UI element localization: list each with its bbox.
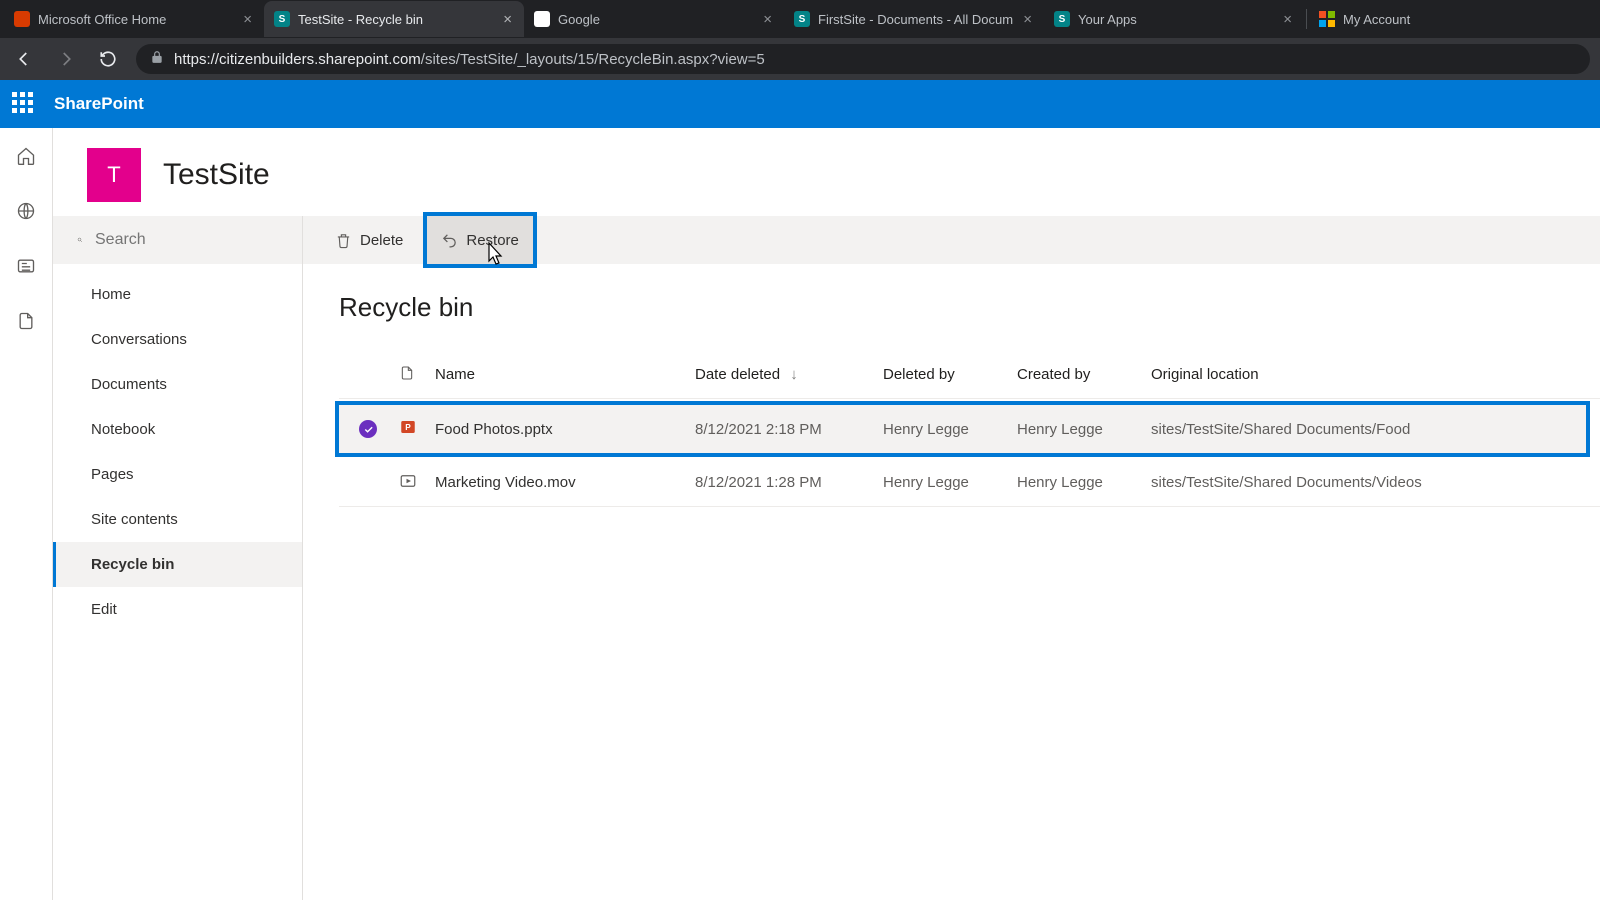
- sort-descending-icon: ↓: [790, 366, 798, 383]
- cell-deleted-by: Henry Legge: [883, 421, 1017, 438]
- close-icon[interactable]: ×: [503, 11, 512, 28]
- favicon-office-icon: [14, 11, 30, 27]
- tab-title: FirstSite - Documents - All Docum: [818, 12, 1015, 27]
- command-bar-row: Delete Restore: [53, 216, 1600, 264]
- tab-title: Google: [558, 12, 755, 27]
- reload-button[interactable]: [94, 45, 122, 73]
- column-original-location[interactable]: Original location: [1151, 366, 1600, 383]
- favicon-microsoft-icon: [1319, 11, 1335, 27]
- trash-icon: [335, 232, 352, 249]
- cell-deleted-by: Henry Legge: [883, 474, 1017, 491]
- svg-text:P: P: [405, 423, 411, 432]
- tab-title: Microsoft Office Home: [38, 12, 235, 27]
- site-title[interactable]: TestSite: [163, 158, 270, 192]
- nav-edit[interactable]: Edit: [53, 587, 302, 632]
- tab-separator: [1306, 9, 1307, 29]
- video-file-icon: [399, 472, 435, 494]
- tab-title: TestSite - Recycle bin: [298, 12, 495, 27]
- restore-label: Restore: [466, 232, 519, 249]
- forward-button[interactable]: [52, 45, 80, 73]
- url-field[interactable]: https://citizenbuilders.sharepoint.com/s…: [136, 44, 1590, 74]
- file-name: Marketing Video.mov: [435, 474, 695, 491]
- app-body: T TestSite Delete Restore: [0, 128, 1600, 900]
- command-bar: Delete Restore: [303, 216, 1600, 264]
- home-icon[interactable]: [16, 146, 36, 171]
- cell-created-by: Henry Legge: [1017, 474, 1151, 491]
- address-bar: https://citizenbuilders.sharepoint.com/s…: [0, 38, 1600, 80]
- search-icon: [77, 231, 83, 249]
- file-name: Food Photos.pptx: [435, 421, 695, 438]
- table-row[interactable]: Marketing Video.mov 8/12/2021 1:28 PM He…: [339, 459, 1600, 507]
- site-area: T TestSite Delete Restore: [53, 128, 1600, 900]
- cell-created-by: Henry Legge: [1017, 421, 1151, 438]
- close-icon[interactable]: ×: [763, 11, 772, 28]
- lock-icon: [150, 50, 164, 68]
- content-row: Home Conversations Documents Notebook Pa…: [53, 264, 1600, 900]
- left-rail: [0, 128, 53, 900]
- column-created-by[interactable]: Created by: [1017, 366, 1151, 383]
- powerpoint-file-icon: P: [399, 418, 435, 440]
- search-box[interactable]: [53, 216, 303, 264]
- tab-strip: Microsoft Office Home × S TestSite - Rec…: [0, 0, 1600, 38]
- close-icon[interactable]: ×: [1023, 11, 1032, 28]
- site-nav: Home Conversations Documents Notebook Pa…: [53, 264, 303, 900]
- url-text: https://citizenbuilders.sharepoint.com/s…: [174, 51, 765, 68]
- files-icon[interactable]: [16, 311, 36, 336]
- nav-notebook[interactable]: Notebook: [53, 407, 302, 452]
- table-row[interactable]: P Food Photos.pptx 8/12/2021 2:18 PM Hen…: [339, 405, 1586, 453]
- undo-icon: [441, 232, 458, 249]
- row-selected-check-icon[interactable]: [359, 420, 377, 438]
- tab-title: Your Apps: [1078, 12, 1275, 27]
- browser-tab[interactable]: Microsoft Office Home ×: [4, 1, 264, 37]
- search-input[interactable]: [95, 231, 302, 249]
- nav-home[interactable]: Home: [53, 272, 302, 317]
- delete-label: Delete: [360, 232, 403, 249]
- nav-recycle-bin[interactable]: Recycle bin: [53, 542, 302, 587]
- delete-button[interactable]: Delete: [321, 216, 417, 264]
- nav-pages[interactable]: Pages: [53, 452, 302, 497]
- favicon-sharepoint-icon: S: [794, 11, 810, 27]
- nav-conversations[interactable]: Conversations: [53, 317, 302, 362]
- cell-date-deleted: 8/12/2021 2:18 PM: [695, 421, 883, 438]
- globe-icon[interactable]: [16, 201, 36, 226]
- column-name[interactable]: Name: [435, 366, 695, 383]
- column-deleted-by[interactable]: Deleted by: [883, 366, 1017, 383]
- close-icon[interactable]: ×: [243, 11, 252, 28]
- news-icon[interactable]: [16, 256, 36, 281]
- file-type-column-icon[interactable]: [399, 365, 435, 385]
- favicon-sharepoint-icon: S: [274, 11, 290, 27]
- browser-tab[interactable]: S Your Apps ×: [1044, 1, 1304, 37]
- restore-button[interactable]: Restore: [427, 216, 533, 264]
- back-button[interactable]: [10, 45, 38, 73]
- page-content: Recycle bin Name Date deleted ↓ Deleted …: [303, 264, 1600, 900]
- app-launcher-icon[interactable]: [12, 92, 36, 116]
- favicon-google-icon: G: [534, 11, 550, 27]
- selected-row-highlight: P Food Photos.pptx 8/12/2021 2:18 PM Hen…: [335, 401, 1590, 457]
- cell-original-location: sites/TestSite/Shared Documents/Videos: [1151, 474, 1590, 491]
- browser-tab[interactable]: My Account: [1309, 1, 1509, 37]
- suite-header: SharePoint: [0, 80, 1600, 128]
- site-logo[interactable]: T: [87, 148, 141, 202]
- browser-tab[interactable]: S TestSite - Recycle bin ×: [264, 1, 524, 37]
- page-title: Recycle bin: [339, 292, 1600, 323]
- nav-documents[interactable]: Documents: [53, 362, 302, 407]
- table-header: Name Date deleted ↓ Deleted by Created b…: [339, 351, 1600, 399]
- suite-product-name[interactable]: SharePoint: [54, 94, 144, 114]
- tab-title: My Account: [1343, 12, 1497, 27]
- nav-site-contents[interactable]: Site contents: [53, 497, 302, 542]
- cell-date-deleted: 8/12/2021 1:28 PM: [695, 474, 883, 491]
- restore-highlight: Restore: [423, 212, 537, 268]
- cell-original-location: sites/TestSite/Shared Documents/Food: [1151, 421, 1586, 438]
- close-icon[interactable]: ×: [1283, 11, 1292, 28]
- favicon-sharepoint-icon: S: [1054, 11, 1070, 27]
- browser-chrome: Microsoft Office Home × S TestSite - Rec…: [0, 0, 1600, 80]
- browser-tab[interactable]: G Google ×: [524, 1, 784, 37]
- column-date-deleted[interactable]: Date deleted ↓: [695, 366, 883, 383]
- browser-tab[interactable]: S FirstSite - Documents - All Docum ×: [784, 1, 1044, 37]
- site-header: T TestSite: [53, 128, 1600, 216]
